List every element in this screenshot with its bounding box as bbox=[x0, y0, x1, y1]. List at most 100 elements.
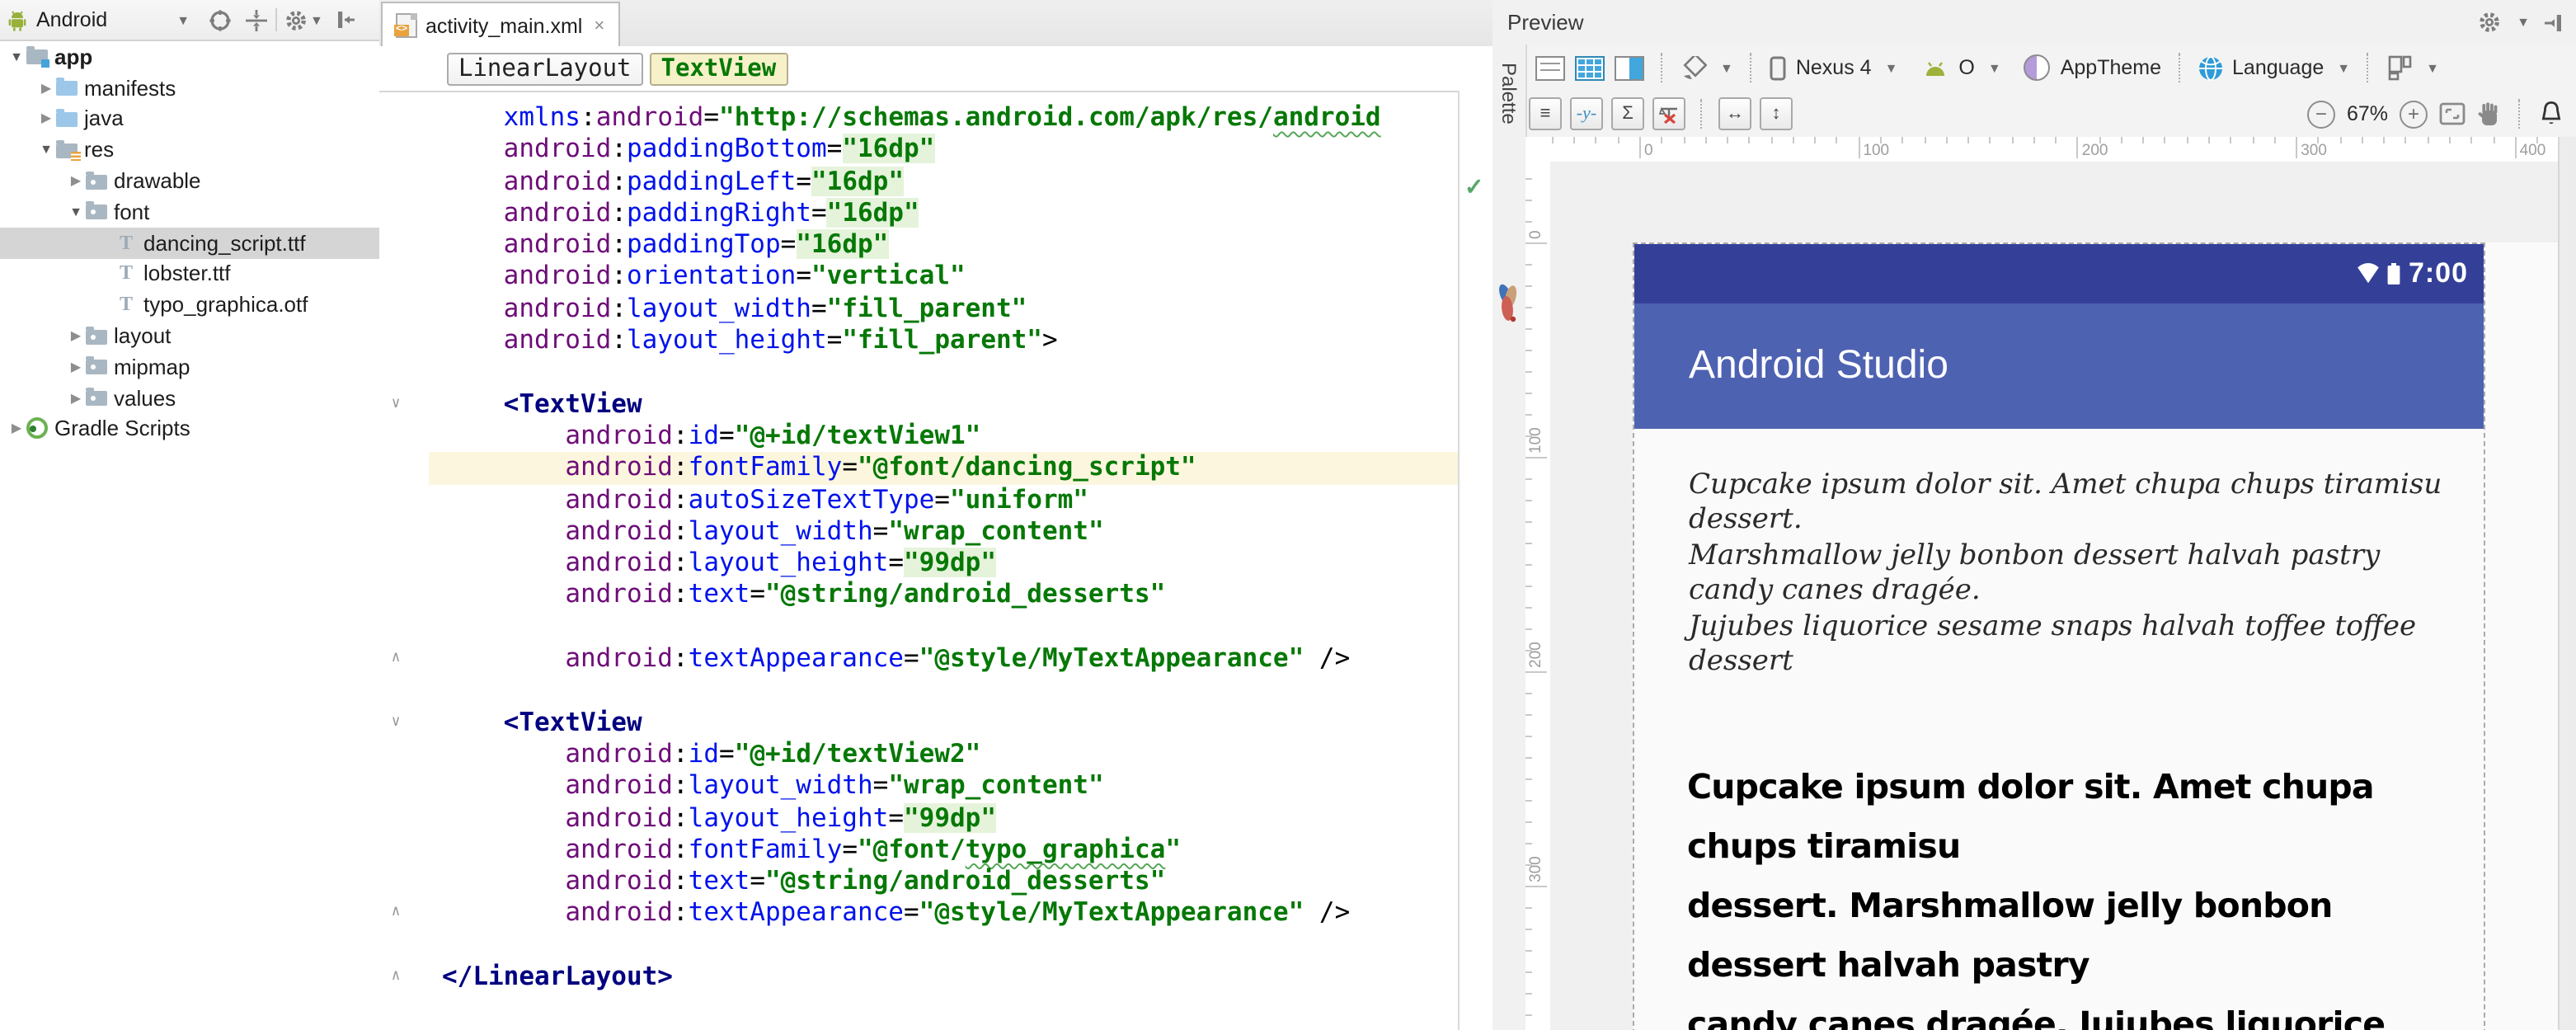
design-mode-icon[interactable] bbox=[1535, 55, 1565, 80]
code-line-6[interactable]: android:orientation="vertical" bbox=[429, 261, 1460, 294]
chevron-down-icon[interactable]: ▼ bbox=[1720, 60, 1733, 75]
code-line-26[interactable]: ∧ android:textAppearance="@style/MyTextA… bbox=[392, 898, 1460, 930]
code-line-11[interactable]: android:id="@+id/textView1" bbox=[429, 421, 1460, 453]
chevron-down-icon[interactable]: ▼ bbox=[2517, 15, 2530, 30]
code-line-28[interactable]: ∧ </LinearLayout> bbox=[392, 962, 1460, 994]
fold-marker-icon[interactable]: ∨ bbox=[386, 707, 406, 739]
code-line-10[interactable]: ∨ <TextView bbox=[392, 388, 1460, 421]
textview1-dancing-script[interactable]: Cupcake ipsum dolor sit. Amet chupa chup… bbox=[1689, 468, 2466, 680]
tree-expand-arrow[interactable]: ▶ bbox=[66, 360, 86, 374]
zoom-in-icon[interactable]: + bbox=[2400, 100, 2428, 128]
tree-item-manifests[interactable]: ▶ manifests bbox=[0, 73, 379, 104]
tree-item-values[interactable]: ▶ values bbox=[0, 383, 379, 414]
api-level-selector[interactable]: O bbox=[1958, 56, 1974, 79]
tree-item-app[interactable]: ▼ app bbox=[0, 41, 379, 73]
code-line-3[interactable]: android:paddingLeft="16dp" bbox=[429, 166, 1460, 198]
palette-tab[interactable]: Palette bbox=[1497, 63, 1521, 125]
locate-file-icon[interactable] bbox=[209, 9, 231, 31]
both-modes-icon[interactable] bbox=[1615, 55, 1644, 80]
vertical-resize-icon[interactable]: ↕ bbox=[1760, 97, 1793, 130]
code-line-25[interactable]: android:text="@string/android_desserts" bbox=[429, 866, 1460, 898]
fold-marker-icon[interactable]: ∨ bbox=[386, 388, 406, 421]
pan-hand-icon[interactable] bbox=[2477, 101, 2500, 126]
tree-item-drawable[interactable]: ▶ drawable bbox=[0, 165, 379, 196]
code-line-2[interactable]: android:paddingBottom="16dp" bbox=[429, 134, 1460, 167]
tree-item-layout[interactable]: ▶ layout bbox=[0, 320, 379, 351]
tree-item-gradle-scripts[interactable]: ▶ Gradle Scripts bbox=[0, 413, 379, 444]
code-line-17[interactable] bbox=[429, 612, 1460, 644]
tree-item-dancing-script-ttf[interactable]: Tdancing_script.ttf bbox=[0, 227, 379, 259]
theme-selector[interactable]: AppTheme bbox=[2061, 56, 2161, 79]
tab-activity-main-xml[interactable]: activity_main.xml × bbox=[381, 2, 620, 48]
blueprint-mode-icon[interactable] bbox=[1575, 55, 1605, 80]
tree-expand-arrow[interactable]: ▼ bbox=[7, 49, 26, 64]
fold-marker-icon[interactable]: ∧ bbox=[386, 898, 406, 930]
chevron-down-icon[interactable]: ▼ bbox=[2337, 60, 2350, 75]
render-options-icon[interactable]: -y- bbox=[1570, 97, 1603, 130]
code-line-4[interactable]: android:paddingRight="16dp" bbox=[429, 197, 1460, 230]
palette-icon[interactable] bbox=[1496, 284, 1522, 327]
code-line-27[interactable] bbox=[429, 929, 1460, 962]
chevron-down-icon[interactable]: ▼ bbox=[2426, 60, 2439, 75]
code-line-21[interactable]: android:id="@+id/textView2" bbox=[429, 739, 1460, 771]
tree-expand-arrow[interactable]: ▼ bbox=[36, 143, 56, 158]
tree-expand-arrow[interactable]: ▶ bbox=[36, 80, 56, 95]
tree-item-lobster-ttf[interactable]: Tlobster.ttf bbox=[0, 258, 379, 289]
code-line-20[interactable]: ∨ <TextView bbox=[392, 707, 1460, 739]
code-line-8[interactable]: android:layout_height="fill_parent"> bbox=[429, 325, 1460, 357]
preview-canvas[interactable]: 7:00 Android Studio Cupcake ipsum dolor … bbox=[1550, 162, 2560, 1030]
code-line-5[interactable]: android:paddingTop="16dp" bbox=[429, 229, 1460, 261]
breadcrumb-linearlayout[interactable]: LinearLayout bbox=[447, 52, 643, 85]
tree-expand-arrow[interactable]: ▶ bbox=[66, 173, 86, 188]
notifications-bell-icon[interactable] bbox=[2540, 101, 2563, 127]
zoom-out-icon[interactable]: − bbox=[2306, 100, 2335, 128]
inspection-ok-icon[interactable]: ✓ bbox=[1464, 173, 1483, 201]
gear-icon[interactable] bbox=[2479, 12, 2500, 33]
disable-autoconnect-icon[interactable] bbox=[1652, 97, 1685, 130]
close-tab-icon[interactable]: × bbox=[594, 16, 604, 35]
chevron-down-icon[interactable]: ▼ bbox=[310, 12, 323, 27]
code-line-15[interactable]: android:layout_height="99dp" bbox=[429, 548, 1460, 580]
code-line-1[interactable]: xmlns:android="http://schemas.android.co… bbox=[429, 102, 1460, 134]
code-line-14[interactable]: android:layout_width="wrap_content" bbox=[429, 516, 1460, 548]
tree-expand-arrow[interactable]: ▶ bbox=[7, 421, 26, 436]
preview-scrollbar[interactable] bbox=[2558, 137, 2576, 1030]
code-line-23[interactable]: android:layout_height="99dp" bbox=[429, 802, 1460, 835]
tree-expand-arrow[interactable]: ▶ bbox=[66, 328, 86, 343]
code-line-7[interactable]: android:layout_width="fill_parent" bbox=[429, 294, 1460, 326]
fold-marker-icon[interactable]: ∧ bbox=[386, 643, 406, 675]
tree-item-res[interactable]: ▼ res bbox=[0, 134, 379, 166]
textview2-typo-graphica[interactable]: Cupcake ipsum dolor sit. Amet chupa chup… bbox=[1687, 756, 2473, 1030]
code-line-22[interactable]: android:layout_width="wrap_content" bbox=[429, 770, 1460, 802]
tree-item-java[interactable]: ▶ java bbox=[0, 103, 379, 134]
code-line-16[interactable]: android:text="@string/android_desserts" bbox=[429, 580, 1460, 612]
project-view-selector[interactable]: Android bbox=[36, 8, 107, 31]
code-line-19[interactable] bbox=[429, 675, 1460, 708]
layout-variants-icon[interactable] bbox=[2386, 54, 2413, 81]
tree-expand-arrow[interactable]: ▼ bbox=[66, 205, 86, 219]
tree-expand-arrow[interactable]: ▶ bbox=[36, 111, 56, 126]
device-selector[interactable]: Nexus 4 bbox=[1796, 56, 1872, 79]
code-line-12[interactable]: android:fontFamily="@font/dancing_script… bbox=[429, 452, 1460, 485]
orientation-icon[interactable] bbox=[1681, 55, 1707, 80]
tree-item-font[interactable]: ▼ font bbox=[0, 196, 379, 228]
chevron-down-icon[interactable]: ▼ bbox=[1885, 60, 1898, 75]
language-selector[interactable]: Language bbox=[2232, 56, 2324, 79]
collapse-all-icon[interactable] bbox=[246, 9, 268, 31]
zoom-fit-icon[interactable] bbox=[2439, 102, 2466, 125]
tree-item-typo-graphica-otf[interactable]: Ttypo_graphica.otf bbox=[0, 289, 379, 321]
tree-expand-arrow[interactable]: ▶ bbox=[66, 390, 86, 405]
hide-panel-icon[interactable] bbox=[336, 10, 356, 30]
chevron-down-icon[interactable]: ▼ bbox=[1988, 60, 2001, 75]
editor-scrollbar[interactable]: ✓ bbox=[1458, 91, 1492, 1030]
code-line-13[interactable]: android:autoSizeTextType="uniform" bbox=[429, 484, 1460, 516]
device-frame[interactable]: 7:00 Android Studio Cupcake ipsum dolor … bbox=[1633, 242, 2484, 1030]
sum-icon[interactable]: Σ bbox=[1611, 97, 1644, 130]
fold-marker-icon[interactable]: ∧ bbox=[386, 962, 406, 994]
code-line-24[interactable]: android:fontFamily="@font/typo_graphica" bbox=[429, 835, 1460, 867]
show-layout-decorations-icon[interactable]: ≡ bbox=[1529, 97, 1562, 130]
code-editor[interactable]: xmlns:android="http://schemas.android.co… bbox=[379, 91, 1460, 1030]
hide-panel-icon[interactable] bbox=[2543, 12, 2563, 32]
code-line-9[interactable] bbox=[429, 357, 1460, 389]
tree-item-mipmap[interactable]: ▶ mipmap bbox=[0, 351, 379, 383]
